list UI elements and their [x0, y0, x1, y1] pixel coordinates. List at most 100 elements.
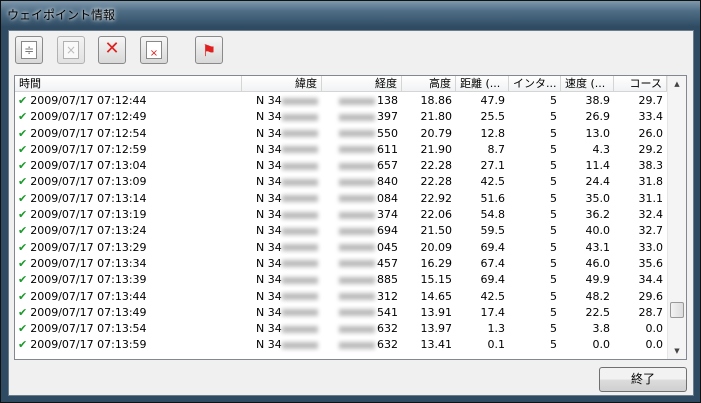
table-row[interactable]: ✔ 2009/07/17 07:13:59 N 34 632 13.41 0.1 …	[15, 337, 667, 353]
course-cell: 26.0	[638, 126, 664, 140]
time-cell: 2009/07/17 07:13:59	[30, 338, 147, 352]
latitude-cell: N 34	[256, 94, 282, 107]
delete-button[interactable]: ✕	[98, 36, 126, 64]
insert-button[interactable]: ≑	[15, 36, 43, 64]
distance-cell: 42.5	[480, 289, 506, 303]
latitude-cell: N 34	[256, 305, 282, 319]
latitude-cell: N 34	[256, 240, 282, 254]
dialog-client: ≑ × ✕ × ⚑ 時間 緯度 経度 高度 距離 (... インタ... 速度 …	[8, 30, 694, 396]
table-row[interactable]: ✔ 2009/07/17 07:13:29 N 34 045 20.09 69.4…	[15, 240, 667, 256]
distance-cell: 8.7	[487, 142, 506, 156]
interval-cell: 5	[550, 208, 557, 222]
table-row[interactable]: ✔ 2009/07/17 07:13:54 N 34 632 13.97 1.3 …	[15, 321, 667, 337]
course-cell: 32.4	[638, 208, 664, 222]
check-icon: ✔	[18, 273, 28, 287]
speed-cell: 3.8	[592, 322, 611, 336]
longitude-cell: 840	[377, 175, 398, 189]
table-row[interactable]: ✔ 2009/07/17 07:12:44 N 34 138 18.86 47.9…	[15, 93, 667, 109]
time-cell: 2009/07/17 07:13:14	[30, 191, 147, 205]
redacted-text	[339, 162, 375, 170]
table-row[interactable]: ✔ 2009/07/17 07:12:59 N 34 611 21.90 8.7 …	[15, 142, 667, 158]
column-header-distance[interactable]: 距離 (...	[456, 76, 509, 91]
time-cell: 2009/07/17 07:13:34	[30, 256, 147, 270]
course-cell: 33.4	[638, 110, 664, 124]
delete-below-button[interactable]: ×	[140, 36, 168, 64]
redacted-text	[339, 113, 375, 121]
course-cell: 0.0	[645, 338, 664, 352]
interval-cell: 5	[550, 126, 557, 140]
check-icon: ✔	[18, 110, 28, 124]
speed-cell: 38.9	[585, 94, 611, 107]
time-cell: 2009/07/17 07:13:49	[30, 305, 147, 319]
redacted-text	[281, 341, 318, 349]
speed-cell: 40.0	[585, 224, 611, 238]
table-row[interactable]: ✔ 2009/07/17 07:13:39 N 34 885 15.15 69.4…	[15, 272, 667, 288]
delete-disabled-button[interactable]: ×	[57, 36, 85, 64]
course-cell: 32.7	[638, 224, 664, 238]
time-cell: 2009/07/17 07:12:49	[30, 110, 147, 124]
course-cell: 31.8	[638, 175, 664, 189]
column-header-altitude[interactable]: 高度	[402, 76, 456, 91]
table-row[interactable]: ✔ 2009/07/17 07:13:44 N 34 312 14.65 42.5…	[15, 289, 667, 305]
distance-cell: 12.8	[480, 126, 506, 140]
delete-gray-icon: ×	[63, 41, 79, 59]
table-row[interactable]: ✔ 2009/07/17 07:12:54 N 34 550 20.79 12.8…	[15, 126, 667, 142]
table-row[interactable]: ✔ 2009/07/17 07:13:04 N 34 657 22.28 27.1…	[15, 158, 667, 174]
table-row[interactable]: ✔ 2009/07/17 07:12:49 N 34 397 21.80 25.5…	[15, 109, 667, 125]
latitude-cell: N 34	[256, 256, 282, 270]
course-cell: 29.6	[638, 289, 664, 303]
redacted-text	[339, 341, 375, 349]
table-row[interactable]: ✔ 2009/07/17 07:13:09 N 34 840 22.28 42.5…	[15, 174, 667, 190]
speed-cell: 49.9	[585, 273, 611, 287]
redacted-text	[281, 227, 318, 235]
scrollbar-thumb[interactable]	[670, 302, 684, 318]
altitude-cell: 21.80	[420, 110, 453, 124]
speed-cell: 48.2	[585, 289, 611, 303]
course-cell: 0.0	[645, 322, 664, 336]
scroll-down-icon[interactable]: ▼	[668, 343, 686, 359]
latitude-cell: N 34	[256, 191, 282, 205]
table-row[interactable]: ✔ 2009/07/17 07:13:34 N 34 457 16.29 67.4…	[15, 256, 667, 272]
interval-cell: 5	[550, 338, 557, 352]
time-cell: 2009/07/17 07:13:54	[30, 322, 147, 336]
table-row[interactable]: ✔ 2009/07/17 07:13:19 N 34 374 22.06 54.8…	[15, 207, 667, 223]
vertical-scrollbar[interactable]: ▲ ▼	[667, 76, 686, 359]
close-button[interactable]: 終了	[599, 367, 687, 392]
redacted-text	[339, 97, 375, 105]
distance-cell: 1.3	[487, 322, 506, 336]
distance-cell: 69.4	[480, 240, 506, 254]
altitude-cell: 13.91	[420, 305, 453, 319]
longitude-cell: 541	[377, 305, 398, 319]
column-header-latitude[interactable]: 緯度	[242, 76, 322, 91]
redacted-text	[281, 178, 318, 186]
time-cell: 2009/07/17 07:13:39	[30, 273, 147, 287]
scroll-up-icon[interactable]: ▲	[668, 76, 686, 92]
check-icon: ✔	[18, 256, 28, 270]
column-header-course[interactable]: コース	[614, 76, 667, 91]
table-row[interactable]: ✔ 2009/07/17 07:13:14 N 34 084 22.92 51.6…	[15, 191, 667, 207]
redacted-text	[281, 309, 318, 317]
column-header-interval[interactable]: インタ...	[509, 76, 561, 91]
table-row[interactable]: ✔ 2009/07/17 07:13:24 N 34 694 21.50 59.5…	[15, 223, 667, 239]
distance-cell: 51.6	[480, 191, 506, 205]
redacted-text	[339, 325, 375, 333]
column-header-time[interactable]: 時間	[15, 76, 242, 91]
altitude-cell: 20.79	[420, 126, 453, 140]
delete-below-icon: ×	[146, 41, 162, 59]
time-cell: 2009/07/17 07:13:19	[30, 208, 147, 222]
flag-button[interactable]: ⚑	[195, 36, 223, 64]
course-cell: 31.1	[638, 191, 664, 205]
longitude-cell: 312	[377, 289, 398, 303]
column-header-speed[interactable]: 速度 (...	[561, 76, 614, 91]
redacted-text	[339, 211, 375, 219]
column-header-longitude[interactable]: 経度	[322, 76, 402, 91]
table-row[interactable]: ✔ 2009/07/17 07:13:49 N 34 541 13.91 17.4…	[15, 305, 667, 321]
waypoint-info-window: ウェイポイント情報 ≑ × ✕ × ⚑ 時間 緯度 経度 高度 距離 (... …	[0, 0, 701, 403]
redacted-text	[281, 97, 318, 105]
waypoint-list[interactable]: 時間 緯度 経度 高度 距離 (... インタ... 速度 (... コース ✔…	[14, 75, 687, 360]
speed-cell: 11.4	[585, 159, 611, 173]
redacted-text	[339, 146, 375, 154]
redacted-text	[281, 244, 318, 252]
redacted-text	[281, 113, 318, 121]
time-cell: 2009/07/17 07:13:09	[30, 175, 147, 189]
